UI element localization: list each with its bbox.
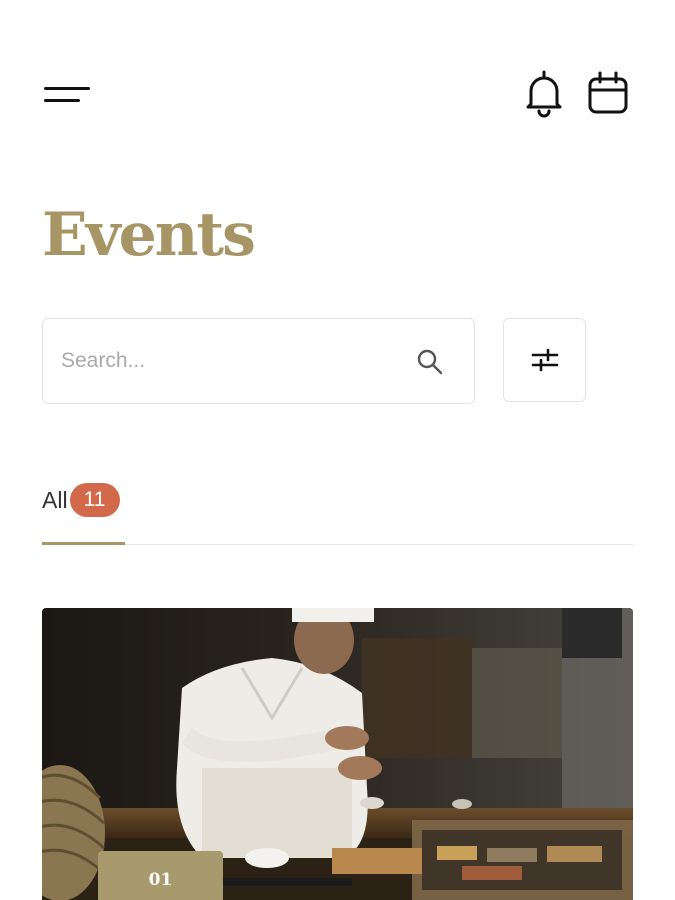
events-screen: Events All 11: [0, 0, 675, 900]
count-badge: 11: [69, 483, 120, 517]
tab-all[interactable]: All 11: [42, 482, 120, 518]
sliders-icon: [531, 348, 558, 372]
page-title: Events: [42, 200, 256, 270]
search-icon[interactable]: [415, 347, 445, 377]
event-number: 01: [148, 869, 173, 890]
tab-label: All: [42, 486, 68, 513]
search-box: [42, 318, 475, 404]
active-tab-indicator: [42, 542, 125, 545]
menu-bar-long: [44, 86, 90, 90]
hamburger-menu-icon[interactable]: [44, 78, 96, 110]
bell-icon[interactable]: [522, 68, 566, 118]
event-number-tag: 01: [98, 851, 223, 900]
menu-bar-short: [44, 98, 80, 102]
calendar-icon[interactable]: [586, 68, 630, 118]
tab-divider: [42, 544, 633, 545]
filter-button[interactable]: [503, 318, 586, 402]
event-card[interactable]: 01: [42, 608, 633, 900]
search-input[interactable]: [61, 339, 401, 383]
